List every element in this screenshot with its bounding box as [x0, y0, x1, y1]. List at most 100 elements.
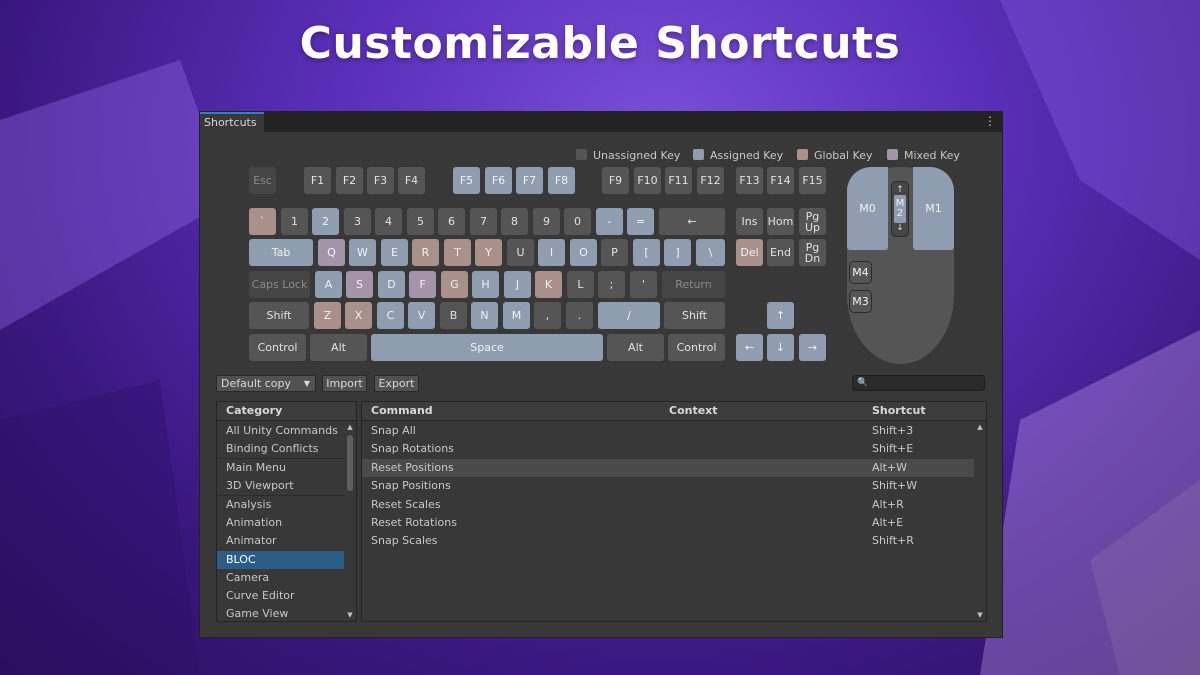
key-slash[interactable]: /	[598, 302, 660, 329]
mouse-button-m2[interactable]: M 2	[894, 195, 906, 223]
key-8[interactable]: 8	[501, 208, 528, 235]
key-3[interactable]: 3	[344, 208, 371, 235]
key-w[interactable]: W	[349, 239, 376, 266]
key-page-up[interactable]: Pg Up	[799, 208, 826, 235]
column-command[interactable]: Command	[371, 402, 433, 420]
category-item[interactable]: All Unity Commands	[217, 422, 344, 440]
key-left-alt[interactable]: Alt	[310, 334, 367, 361]
export-button[interactable]: Export	[374, 375, 419, 392]
mouse-wheel[interactable]: ↑ M 2 ↓	[891, 181, 909, 237]
key-z[interactable]: Z	[314, 302, 341, 329]
key-end[interactable]: End	[767, 239, 794, 266]
key-v[interactable]: V	[408, 302, 435, 329]
key-insert[interactable]: Ins	[736, 208, 763, 235]
category-item[interactable]: Camera	[217, 569, 344, 587]
mouse-button-m3[interactable]: M3	[849, 290, 872, 313]
key-f9[interactable]: F9	[602, 167, 629, 194]
key-period[interactable]: .	[566, 302, 593, 329]
key-q[interactable]: Q	[318, 239, 345, 266]
key-4[interactable]: 4	[375, 208, 402, 235]
key-u[interactable]: U	[507, 239, 534, 266]
key-n[interactable]: N	[471, 302, 498, 329]
scroll-thumb[interactable]	[347, 435, 353, 491]
key-quote[interactable]: '	[630, 271, 657, 298]
key-9[interactable]: 9	[533, 208, 560, 235]
key-1[interactable]: 1	[281, 208, 308, 235]
category-item[interactable]: Game View	[217, 605, 344, 623]
category-scrollbar[interactable]: ▲ ▼	[344, 421, 356, 621]
key-d[interactable]: D	[378, 271, 405, 298]
key-f[interactable]: F	[409, 271, 436, 298]
key-g[interactable]: G	[441, 271, 468, 298]
key-i[interactable]: I	[538, 239, 565, 266]
key-7[interactable]: 7	[470, 208, 497, 235]
import-button[interactable]: Import	[322, 375, 367, 392]
key-t[interactable]: T	[444, 239, 471, 266]
key-o[interactable]: O	[570, 239, 597, 266]
key-f3[interactable]: F3	[367, 167, 394, 194]
key-f14[interactable]: F14	[767, 167, 794, 194]
key-f1[interactable]: F1	[304, 167, 331, 194]
key-backtick[interactable]: `	[249, 208, 276, 235]
key-arrow-left[interactable]: ←	[736, 334, 763, 361]
scroll-up-icon[interactable]: ▲	[976, 423, 984, 431]
key-right-alt[interactable]: Alt	[607, 334, 664, 361]
key-semicolon[interactable]: ;	[598, 271, 625, 298]
key-j[interactable]: J	[504, 271, 531, 298]
key-page-down[interactable]: Pg Dn	[799, 239, 826, 266]
category-item-selected[interactable]: BLOC	[217, 551, 344, 569]
key-left-shift[interactable]: Shift	[249, 302, 309, 329]
key-2[interactable]: 2	[312, 208, 339, 235]
key-right-control[interactable]: Control	[668, 334, 725, 361]
kebab-menu-icon[interactable]: ⋮	[984, 114, 996, 128]
command-scrollbar[interactable]: ▲ ▼	[974, 421, 986, 621]
category-item[interactable]: Animation	[217, 514, 344, 532]
key-right-shift[interactable]: Shift	[664, 302, 725, 329]
key-arrow-up[interactable]: ↑	[767, 302, 794, 329]
key-6[interactable]: 6	[438, 208, 465, 235]
key-f2[interactable]: F2	[336, 167, 363, 194]
mouse-button-m1[interactable]: M1	[913, 167, 954, 250]
tab-shortcuts[interactable]: Shortcuts	[200, 112, 264, 132]
category-item[interactable]: Animator	[217, 532, 344, 550]
key-arrow-right[interactable]: →	[799, 334, 826, 361]
key-a[interactable]: A	[315, 271, 342, 298]
key-esc[interactable]: Esc	[249, 167, 276, 194]
key-x[interactable]: X	[345, 302, 372, 329]
table-row[interactable]: Reset Rotations Alt+E	[362, 514, 974, 532]
key-f15[interactable]: F15	[799, 167, 826, 194]
key-equals[interactable]: =	[627, 208, 654, 235]
column-context[interactable]: Context	[669, 402, 718, 420]
key-caps-lock[interactable]: Caps Lock	[249, 271, 310, 298]
key-f13[interactable]: F13	[736, 167, 763, 194]
scroll-down-icon[interactable]: ▼	[976, 611, 984, 619]
key-delete[interactable]: Del	[736, 239, 763, 266]
key-h[interactable]: H	[472, 271, 499, 298]
key-c[interactable]: C	[377, 302, 404, 329]
category-item[interactable]: Analysis	[217, 496, 344, 514]
column-shortcut[interactable]: Shortcut	[872, 402, 926, 420]
scroll-down-icon[interactable]: ▼	[346, 611, 354, 619]
key-y[interactable]: Y	[475, 239, 502, 266]
key-f10[interactable]: F10	[634, 167, 661, 194]
table-row[interactable]: Snap Positions Shift+W	[362, 477, 974, 495]
table-row[interactable]: Snap All Shift+3	[362, 422, 974, 440]
key-comma[interactable]: ,	[534, 302, 561, 329]
profile-dropdown[interactable]: Default copy ▼	[216, 375, 316, 392]
mouse-button-m4[interactable]: M4	[849, 261, 872, 284]
key-b[interactable]: B	[440, 302, 467, 329]
key-s[interactable]: S	[346, 271, 373, 298]
key-f5[interactable]: F5	[453, 167, 480, 194]
category-item[interactable]: Binding Conflicts	[217, 440, 344, 458]
key-minus[interactable]: -	[596, 208, 623, 235]
key-left-control[interactable]: Control	[249, 334, 306, 361]
key-return[interactable]: Return	[662, 271, 725, 298]
key-k[interactable]: K	[535, 271, 562, 298]
key-m[interactable]: M	[503, 302, 530, 329]
key-f8[interactable]: F8	[548, 167, 575, 194]
key-l[interactable]: L	[567, 271, 594, 298]
category-item[interactable]: 3D Viewport	[217, 477, 344, 495]
key-f12[interactable]: F12	[697, 167, 724, 194]
key-home[interactable]: Hom	[767, 208, 794, 235]
key-tab[interactable]: Tab	[249, 239, 313, 266]
